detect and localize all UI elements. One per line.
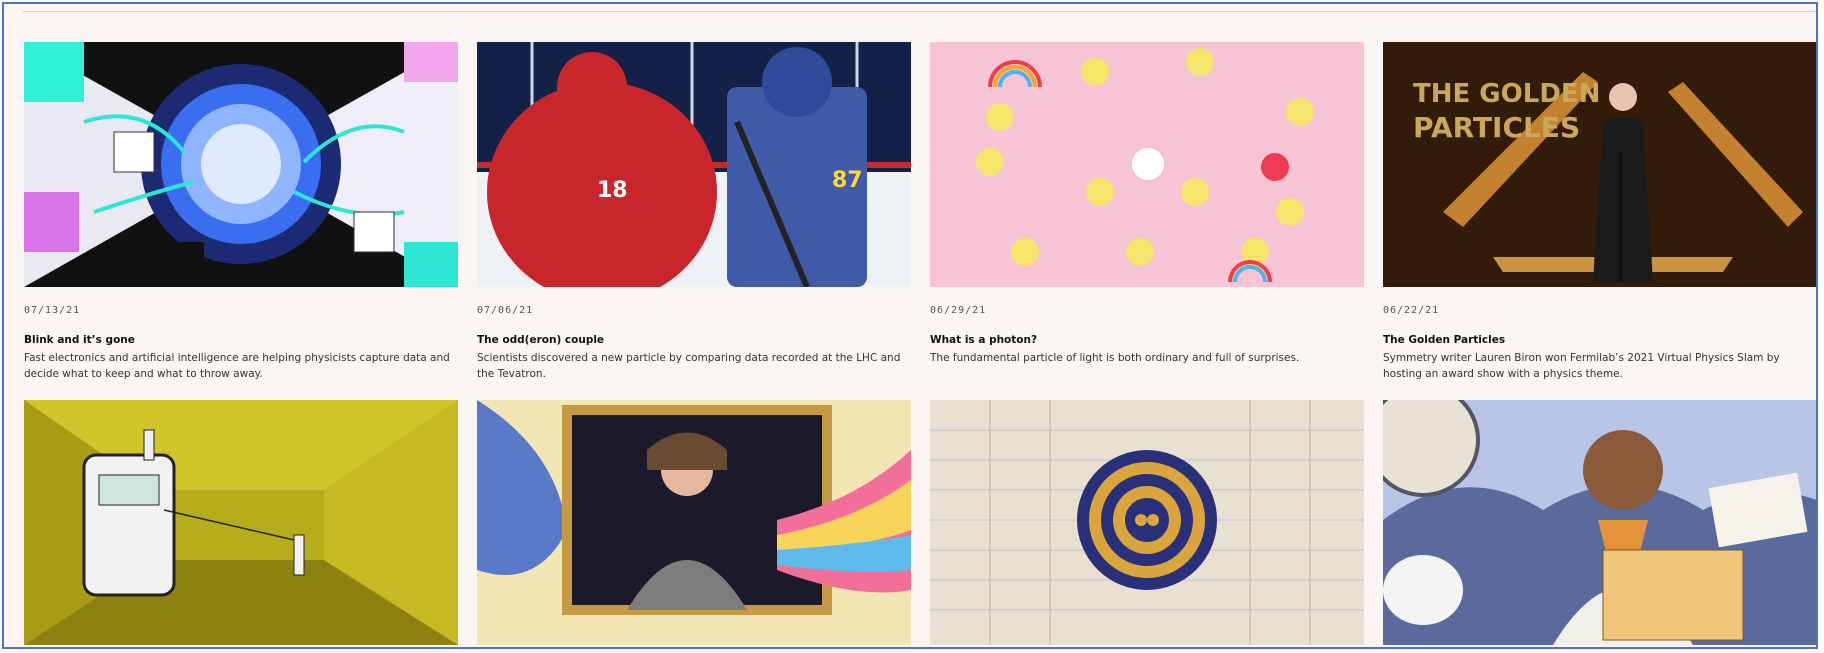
article-title[interactable]: The Golden Particles: [1383, 334, 1816, 346]
article-card-ledger[interactable]: [930, 400, 1364, 645]
article-description: Fast electronics and artificial intellig…: [24, 352, 450, 380]
golden-particles-title-line2: PARTICLES: [1413, 111, 1580, 144]
article-image-reader[interactable]: [1383, 400, 1816, 645]
article-date: 06/22/21: [1383, 305, 1440, 316]
article-description: Symmetry writer Lauren Biron won Fermila…: [1383, 352, 1780, 380]
article-image-blink[interactable]: [24, 42, 458, 287]
article-card-photon[interactable]: 06/29/21 What is a photon? The fundament…: [930, 42, 1364, 366]
article-card-window[interactable]: [477, 400, 911, 645]
article-image-photon[interactable]: [930, 42, 1364, 287]
article-title[interactable]: Blink and it’s gone: [24, 334, 458, 346]
article-title[interactable]: The odd(eron) couple: [477, 334, 911, 346]
article-image-window[interactable]: [477, 400, 911, 645]
article-date: 07/13/21: [24, 305, 81, 316]
article-description: The fundamental particle of light is bot…: [930, 352, 1300, 364]
article-date: 07/06/21: [477, 305, 534, 316]
article-image-detector[interactable]: [24, 400, 458, 645]
svg-text:18: 18: [597, 178, 628, 203]
article-card-reader[interactable]: [1383, 400, 1816, 645]
article-card-blink[interactable]: 07/13/21 Blink and it’s gone Fast electr…: [24, 42, 458, 382]
article-image-odderon[interactable]: 18 87: [477, 42, 911, 287]
article-description: Scientists discovered a new particle by …: [477, 352, 901, 380]
top-divider: [22, 11, 1816, 12]
article-image-ledger[interactable]: [930, 400, 1364, 645]
article-card-detector[interactable]: [24, 400, 458, 645]
page-frame: 07/13/21 Blink and it’s gone Fast electr…: [2, 2, 1818, 649]
article-image-golden-particles[interactable]: THE GOLDEN PARTICLES: [1383, 42, 1816, 287]
svg-text:87: 87: [832, 168, 863, 193]
article-date: 06/29/21: [930, 305, 987, 316]
article-card-golden-particles[interactable]: THE GOLDEN PARTICLES 06/22/21 The Golden…: [1383, 42, 1816, 382]
golden-particles-title-line1: THE GOLDEN: [1413, 79, 1600, 109]
article-title[interactable]: What is a photon?: [930, 334, 1364, 346]
article-card-odderon[interactable]: 18 87 07/06/21 The odd(eron) couple Scie…: [477, 42, 911, 382]
